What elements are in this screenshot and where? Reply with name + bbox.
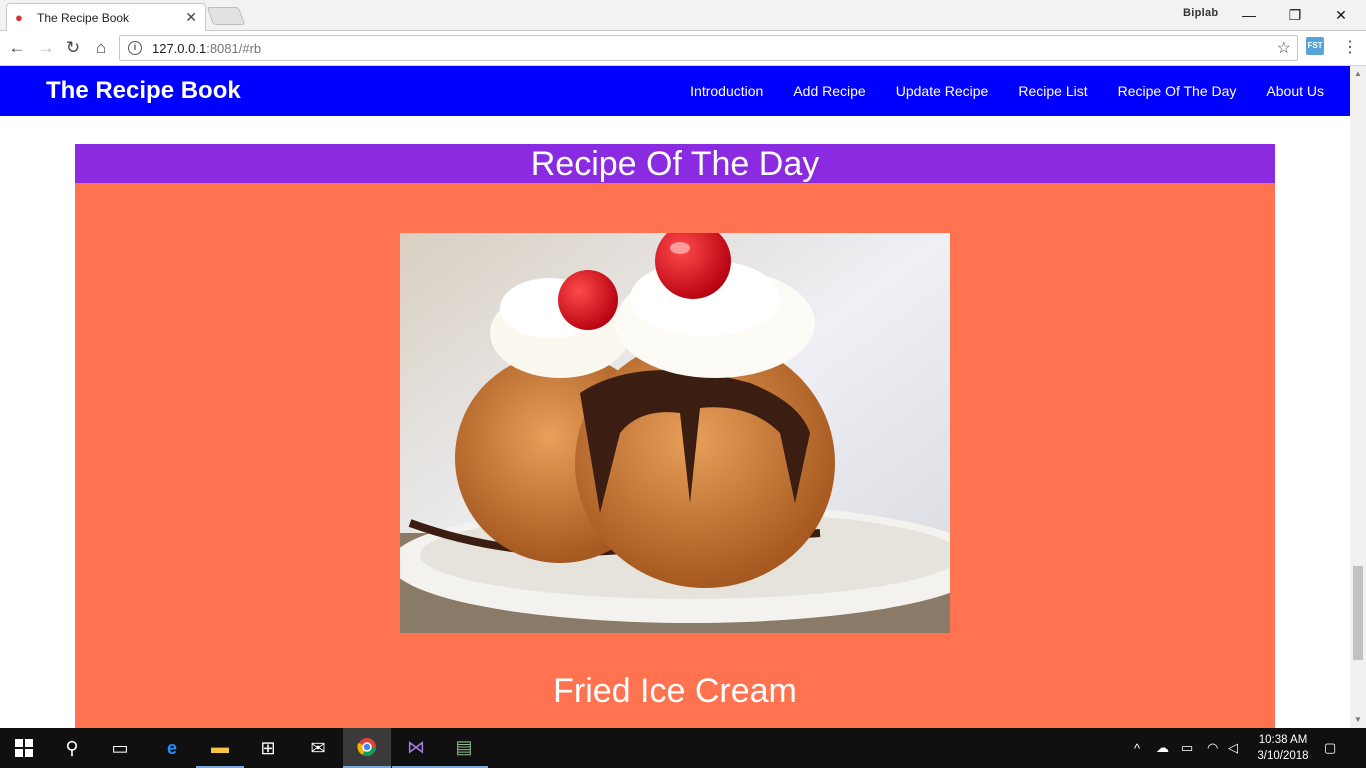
bookmark-star-icon[interactable]: ☆ (1277, 38, 1291, 58)
clock-date: 3/10/2018 (1257, 750, 1309, 762)
store-icon[interactable]: ⊞ (244, 728, 292, 768)
chrome-menu-icon[interactable]: ⋮ (1342, 37, 1358, 59)
nav-recipe-list[interactable]: Recipe List (1018, 83, 1087, 99)
url-path: :8081/#rb (206, 40, 262, 56)
tray-chevron-icon[interactable]: ^ (1134, 728, 1140, 768)
chrome-icon[interactable] (343, 728, 391, 768)
notifications-icon[interactable]: ▢ (1324, 728, 1336, 768)
recipe-name: Fried Ice Cream (553, 672, 797, 710)
url-host: 127.0.0.1 (152, 40, 207, 56)
battery-icon[interactable]: ▭ (1181, 728, 1193, 768)
onedrive-icon[interactable]: ☁ (1156, 728, 1169, 768)
nav-recipe-of-the-day[interactable]: Recipe Of The Day (1118, 83, 1237, 99)
browser-tab[interactable]: ● The Recipe Book ✕ (6, 3, 206, 31)
edge-icon[interactable]: e (148, 728, 196, 768)
page-scrollbar[interactable]: ▲ ▼ (1350, 66, 1366, 728)
recipe-of-the-day-card: Recipe Of The Day Fried Ice Cream (75, 144, 1275, 728)
clock-time: 10:38 AM (1258, 734, 1308, 746)
home-icon[interactable]: ⌂ (90, 37, 112, 59)
new-tab-button[interactable] (206, 7, 246, 25)
minimize-icon[interactable]: — (1226, 4, 1272, 26)
volume-icon[interactable]: ◁ (1228, 728, 1238, 768)
site-brand[interactable]: The Recipe Book (46, 77, 241, 105)
tab-title: The Recipe Book (37, 10, 130, 25)
nav-add-recipe[interactable]: Add Recipe (793, 83, 865, 99)
site-nav-links: Introduction Add Recipe Update Recipe Re… (660, 66, 1324, 116)
info-icon[interactable]: i (128, 41, 142, 55)
restore-icon[interactable]: ❐ (1272, 4, 1318, 26)
app-window-icon[interactable]: ▤ (440, 728, 488, 768)
apple-favicon-icon: ● (15, 9, 23, 25)
nav-about-us[interactable]: About Us (1266, 83, 1324, 99)
file-explorer-icon[interactable]: ▬ (196, 728, 244, 768)
window-close-icon[interactable]: ✕ (1318, 4, 1364, 26)
browser-toolbar: ← → ↻ ⌂ i 127.0.0.1:8081/#rb ☆ FST ⋮ (0, 31, 1366, 66)
windows-taskbar: ⚲ ▭ e ▬ ⊞ ✉ ⋈ ▤ ^ ☁ ▭ ◠ ◁ 10:38 AM 3/10/… (0, 728, 1366, 768)
address-bar[interactable]: i 127.0.0.1:8081/#rb ☆ (119, 35, 1298, 61)
url-text: 127.0.0.1:8081/#rb (152, 41, 261, 56)
profile-name[interactable]: Biplab (1183, 7, 1218, 19)
page-viewport: The Recipe Book Introduction Add Recipe … (0, 66, 1350, 728)
windows-start-icon[interactable] (0, 728, 48, 768)
scroll-down-icon[interactable]: ▼ (1350, 712, 1366, 728)
wifi-icon[interactable]: ◠ (1207, 728, 1218, 768)
back-icon[interactable]: ← (6, 37, 28, 59)
scroll-up-icon[interactable]: ▲ (1350, 66, 1366, 82)
site-navbar: The Recipe Book Introduction Add Recipe … (0, 66, 1350, 116)
tab-close-icon[interactable]: ✕ (185, 9, 197, 26)
browser-tab-strip: ● The Recipe Book ✕ Biplab — ❐ ✕ (0, 0, 1366, 31)
forward-icon[interactable]: → (35, 37, 57, 59)
section-title: Recipe Of The Day (75, 144, 1275, 183)
extension-icon[interactable]: FST (1306, 37, 1324, 55)
task-view-icon[interactable]: ▭ (96, 728, 144, 768)
mail-icon[interactable]: ✉ (294, 728, 342, 768)
reload-icon[interactable]: ↻ (62, 37, 84, 59)
taskbar-clock[interactable]: 10:38 AM 3/10/2018 (1252, 732, 1314, 764)
search-icon[interactable]: ⚲ (48, 728, 96, 768)
nav-update-recipe[interactable]: Update Recipe (896, 83, 989, 99)
scroll-thumb[interactable] (1353, 566, 1363, 660)
nav-introduction[interactable]: Introduction (690, 83, 763, 99)
visual-studio-icon[interactable]: ⋈ (392, 728, 440, 768)
recipe-image (400, 233, 950, 633)
